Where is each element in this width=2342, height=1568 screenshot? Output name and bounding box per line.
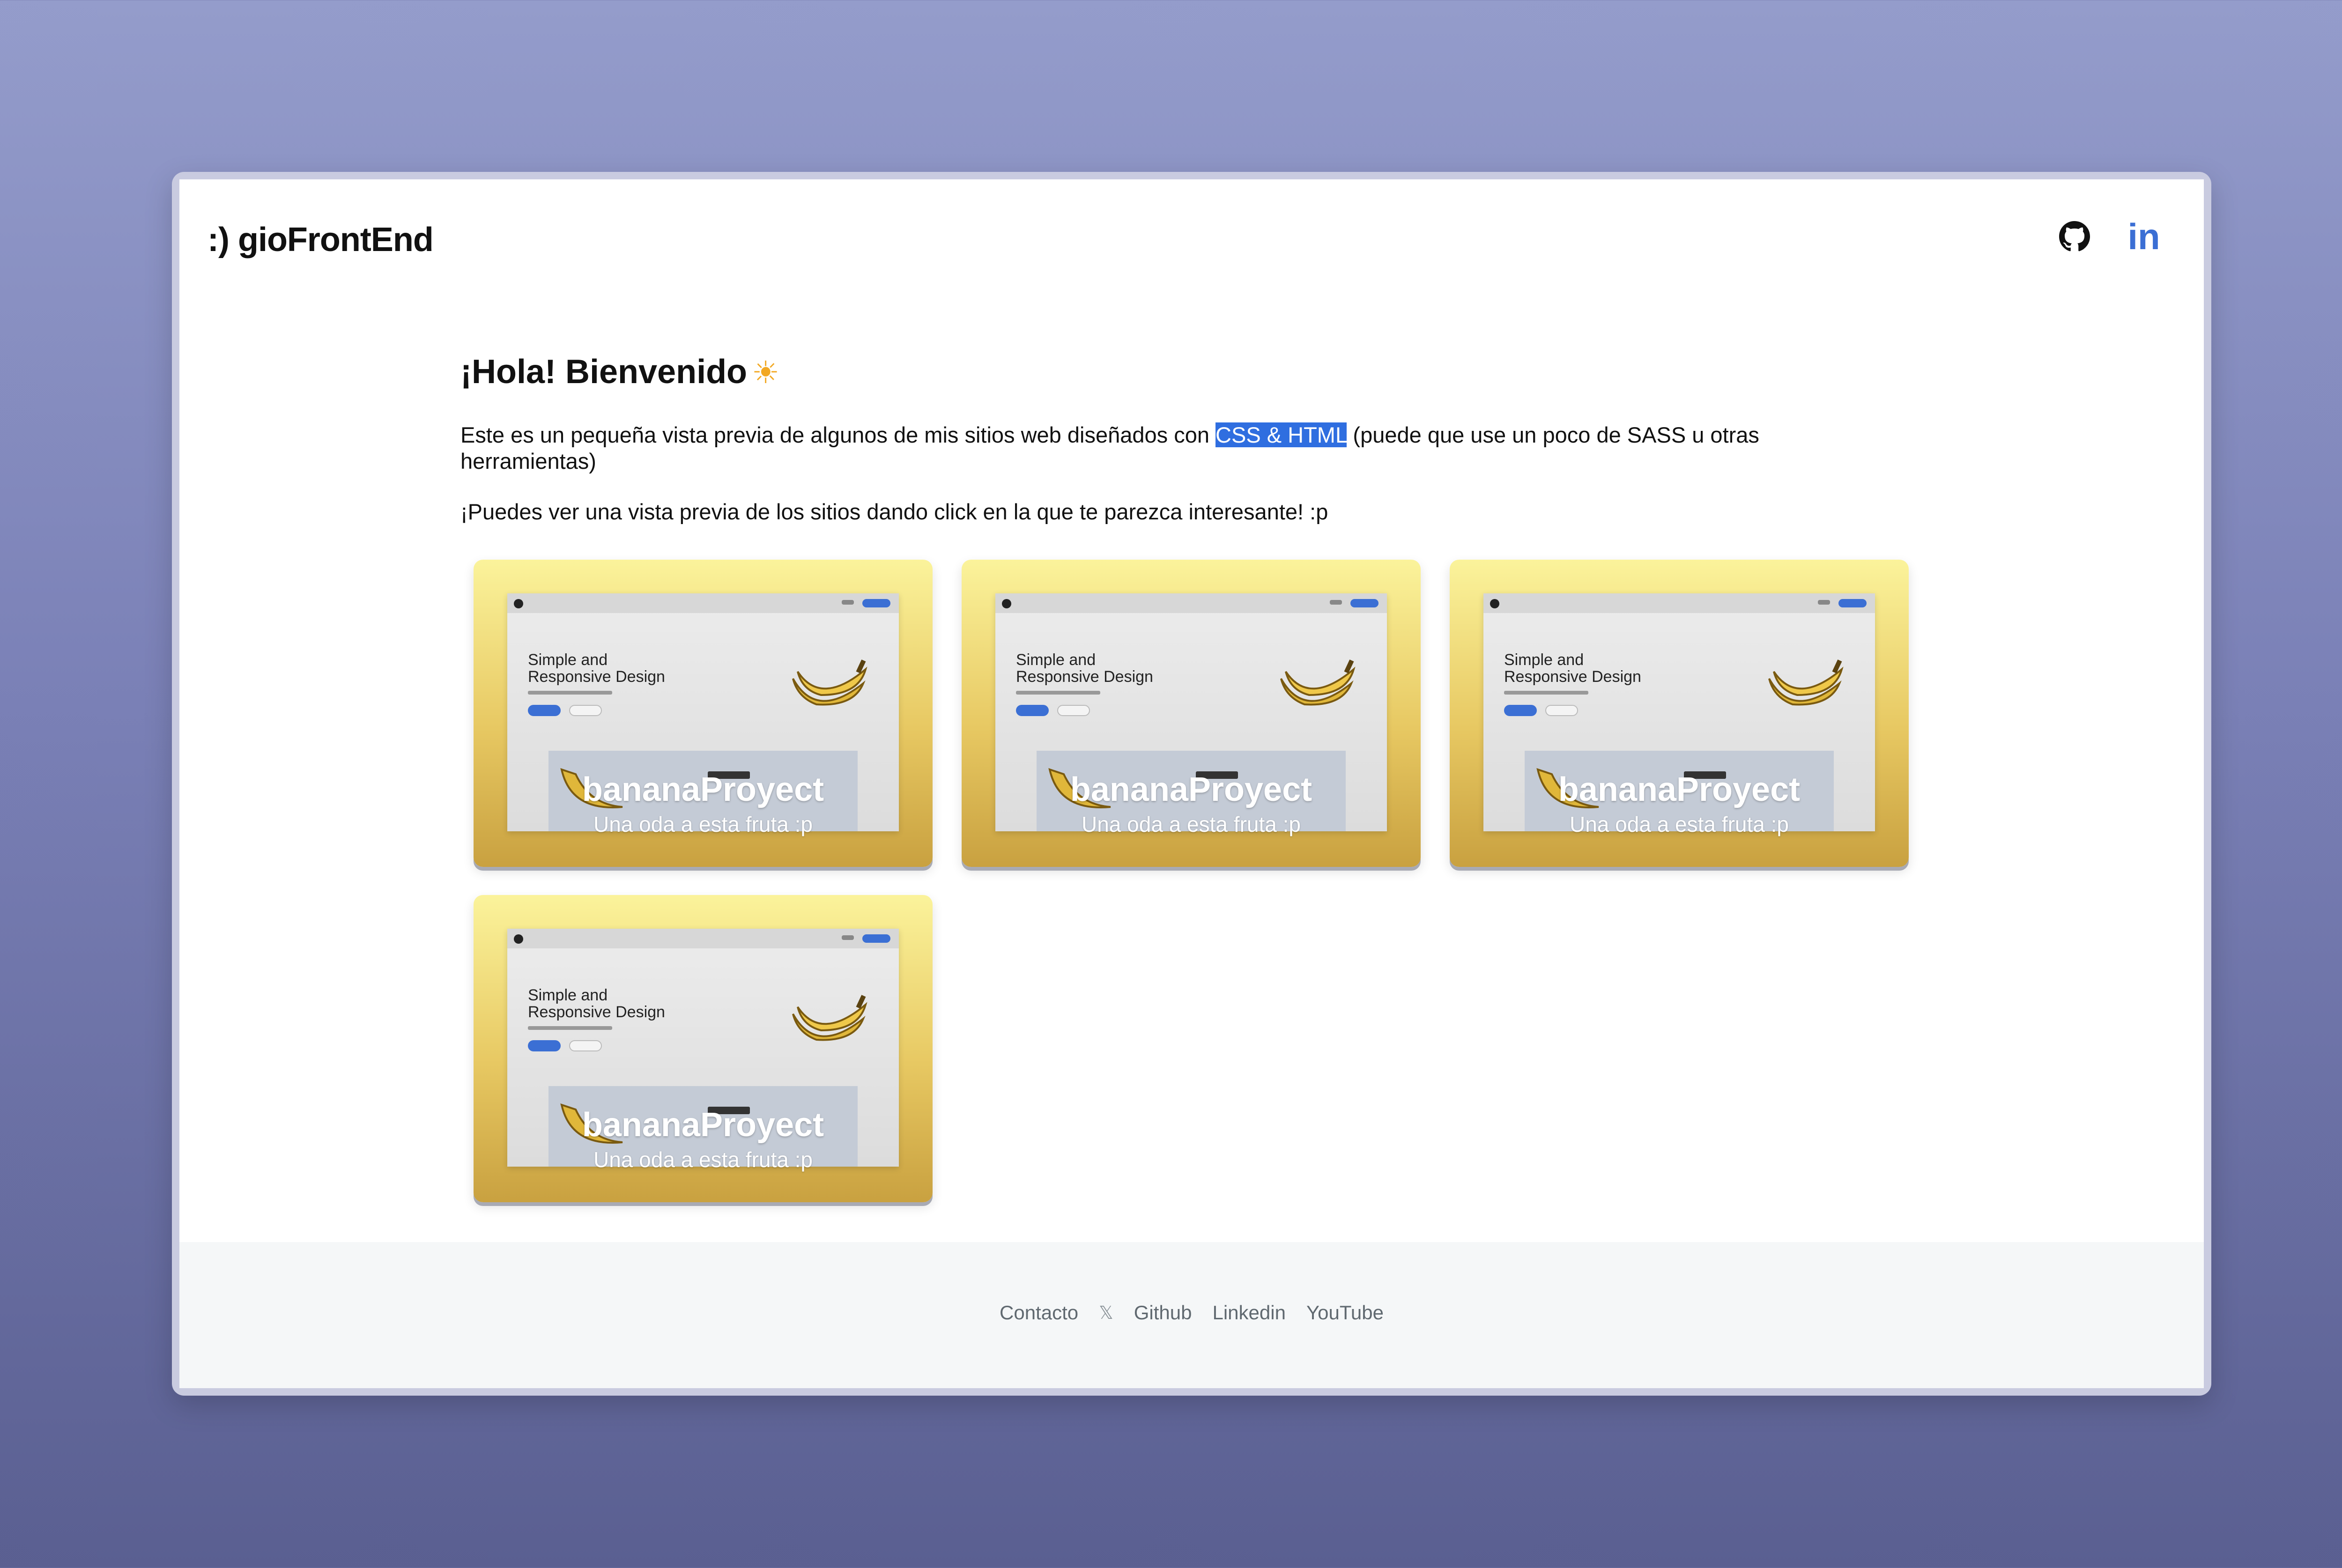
banana-icon xyxy=(1280,659,1356,706)
page-title: ¡Hola! Bienvenido ☀ xyxy=(460,353,780,391)
banana-icon xyxy=(792,659,867,706)
project-description: Una oda a esta fruta :p xyxy=(593,1147,813,1172)
intro-section: ¡Hola! Bienvenido ☀ Este es un pequeña vi… xyxy=(460,353,1866,525)
linkedin-link[interactable]: in xyxy=(2124,215,2164,257)
sun-icon: ☀ xyxy=(752,355,780,390)
project-description: Una oda a esta fruta :p xyxy=(1570,812,1789,836)
hint-paragraph: ¡Puedes ver una vista previa de los siti… xyxy=(460,499,1328,524)
banana-icon xyxy=(792,995,867,1041)
project-title: bananaProyect xyxy=(1558,771,1801,808)
project-card[interactable]: Simple and Responsive Design bananaProyec… xyxy=(1450,560,1909,867)
footer-link-contacto[interactable]: Contacto xyxy=(1000,1302,1078,1324)
github-link[interactable] xyxy=(2055,217,2094,256)
project-title: bananaProyect xyxy=(582,771,824,808)
footer-link-linkedin[interactable]: Linkedin xyxy=(1212,1302,1285,1324)
project-description: Una oda a esta fruta :p xyxy=(593,812,813,836)
x-icon[interactable]: 𝕏 xyxy=(1099,1302,1113,1324)
project-title: bananaProyect xyxy=(1070,771,1312,808)
highlighted-text: CSS & HTML xyxy=(1215,422,1347,447)
site-footer: Contacto 𝕏 Github Linkedin YouTube xyxy=(179,1242,2204,1388)
page-window: :) gioFrontEnd in ¡Hola! Bienvenido ☀ Est… xyxy=(179,179,2204,1388)
footer-link-youtube[interactable]: YouTube xyxy=(1306,1302,1384,1324)
site-logo[interactable]: :) gioFrontEnd xyxy=(208,221,434,259)
project-card[interactable]: Simple and Responsive Design bananaProyec… xyxy=(474,560,933,867)
site-header: :) gioFrontEnd in xyxy=(179,179,2204,292)
footer-link-github[interactable]: Github xyxy=(1134,1302,1192,1324)
project-description: Una oda a esta fruta :p xyxy=(1082,812,1301,836)
project-card[interactable]: Simple and Responsive Design bananaProyec… xyxy=(962,560,1421,867)
github-icon xyxy=(2059,221,2090,251)
footer-links: Contacto 𝕏 Github Linkedin YouTube xyxy=(1000,1302,1384,1324)
intro-paragraph: Este es un pequeña vista previa de algun… xyxy=(460,422,1759,473)
linkedin-icon: in xyxy=(2127,215,2160,257)
project-card[interactable]: Simple and Responsive Design bananaProyec… xyxy=(474,895,933,1202)
banana-icon xyxy=(1768,659,1844,706)
browser-frame: :) gioFrontEnd in ¡Hola! Bienvenido ☀ Est… xyxy=(172,172,2211,1396)
project-title: bananaProyect xyxy=(582,1106,824,1144)
